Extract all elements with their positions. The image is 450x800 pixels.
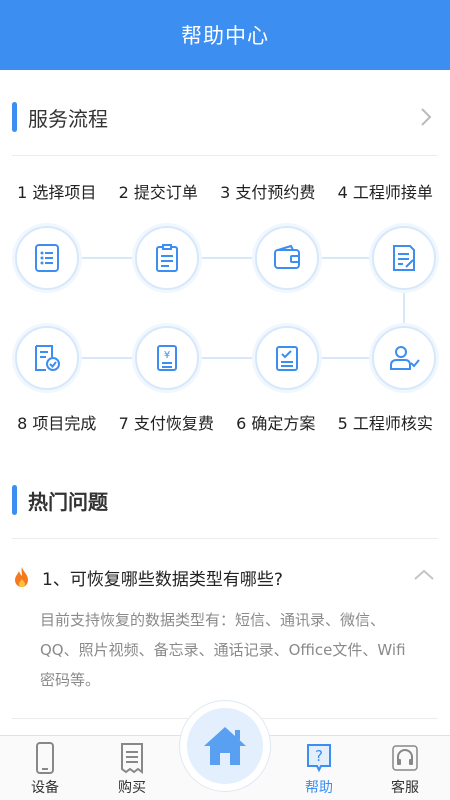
step-node-submit-order bbox=[135, 226, 199, 290]
service-flow-diagram: ¥ bbox=[0, 218, 450, 390]
step-label-3: 3 支付预约费 bbox=[220, 183, 316, 202]
flow-connector bbox=[80, 257, 136, 259]
flow-connector bbox=[200, 257, 256, 259]
tab-customer-service-label: 客服 bbox=[391, 780, 419, 796]
hot-questions-header: 热门问题 bbox=[0, 478, 450, 522]
help-icon: ? bbox=[307, 744, 331, 773]
headset-icon bbox=[392, 745, 418, 771]
chevron-right-icon[interactable] bbox=[416, 107, 436, 127]
step-node-pay-recovery: ¥ bbox=[135, 326, 199, 390]
service-process-header[interactable]: 服务流程 bbox=[0, 95, 450, 139]
home-button-inner bbox=[187, 708, 263, 784]
tab-buy[interactable]: 购买 bbox=[92, 736, 172, 800]
divider bbox=[12, 155, 438, 156]
svg-text:¥: ¥ bbox=[164, 350, 170, 361]
svg-text:?: ? bbox=[315, 747, 323, 765]
step-node-pay-deposit bbox=[255, 226, 319, 290]
tab-device[interactable]: 设备 bbox=[5, 736, 85, 800]
wallet-icon bbox=[274, 244, 300, 269]
step-label-5: 5 工程师核实 bbox=[337, 414, 433, 433]
flow-connector bbox=[320, 257, 376, 259]
tab-customer-service[interactable]: 客服 bbox=[365, 736, 445, 800]
receipt-icon bbox=[121, 743, 143, 774]
step-node-engineer-accept bbox=[372, 226, 436, 290]
step-label-8: 8 项目完成 bbox=[17, 414, 97, 433]
tab-buy-label: 购买 bbox=[118, 780, 146, 796]
yen-bill-icon: ¥ bbox=[157, 345, 177, 371]
hot-questions-title: 热门问题 bbox=[28, 489, 108, 514]
tab-device-label: 设备 bbox=[31, 780, 59, 796]
faq-question-row[interactable]: 1、可恢复哪些数据类型有哪些? bbox=[0, 557, 450, 597]
steps-row-bottom: 8 项目完成 7 支付恢复费 6 确定方案 5 工程师核实 bbox=[0, 407, 450, 437]
chevron-up-icon[interactable] bbox=[412, 565, 436, 585]
tab-help-label: 帮助 bbox=[305, 780, 333, 796]
faq-question-text: 1、可恢复哪些数据类型有哪些? bbox=[42, 569, 283, 590]
flow-connector bbox=[200, 357, 256, 359]
clipboard-icon bbox=[156, 244, 178, 272]
service-process-title: 服务流程 bbox=[28, 106, 108, 131]
section-accent-bar bbox=[12, 485, 17, 515]
step-node-complete bbox=[15, 326, 79, 390]
section-accent-bar bbox=[12, 102, 17, 132]
step-label-1: 1 选择项目 bbox=[17, 183, 97, 202]
step-node-select-item bbox=[15, 226, 79, 290]
document-check-icon bbox=[35, 345, 60, 371]
steps-row-top: 1 选择项目 2 提交订单 3 支付预约费 4 工程师接单 bbox=[0, 176, 450, 206]
user-check-icon bbox=[390, 346, 420, 370]
flow-connector bbox=[80, 357, 136, 359]
flow-connector bbox=[320, 357, 376, 359]
step-node-confirm-plan bbox=[255, 326, 319, 390]
divider bbox=[12, 538, 438, 539]
home-button[interactable] bbox=[179, 700, 271, 792]
faq-answer-text: 目前支持恢复的数据类型有：短信、通讯录、微信、QQ、照片视频、备忘录、通话记录、… bbox=[40, 611, 406, 689]
page-title: 帮助中心 bbox=[181, 24, 269, 48]
top-app-bar: 帮助中心 bbox=[0, 0, 450, 70]
home-icon bbox=[204, 727, 246, 765]
step-label-6: 6 确定方案 bbox=[236, 414, 316, 433]
fire-icon bbox=[15, 567, 28, 587]
document-edit-icon bbox=[393, 245, 415, 271]
step-label-4: 4 工程师接单 bbox=[337, 183, 433, 202]
checklist-icon bbox=[276, 346, 298, 371]
list-icon bbox=[35, 244, 59, 272]
step-label-7: 7 支付恢复费 bbox=[118, 414, 214, 433]
tab-help[interactable]: ? 帮助 bbox=[279, 736, 359, 800]
step-label-2: 2 提交订单 bbox=[118, 183, 198, 202]
step-node-engineer-verify bbox=[372, 326, 436, 390]
phone-icon bbox=[36, 742, 54, 774]
flow-connector bbox=[403, 290, 405, 328]
